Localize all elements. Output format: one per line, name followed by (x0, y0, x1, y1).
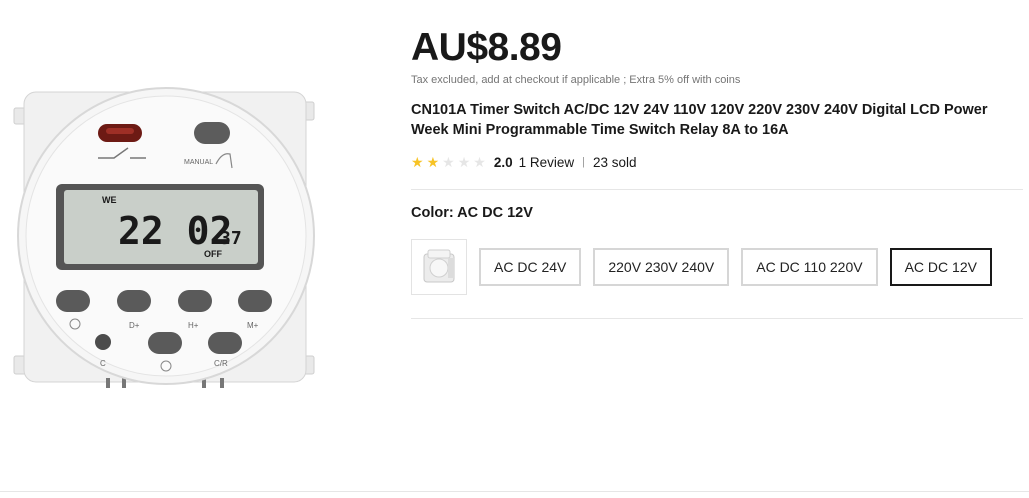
rating-row: ★ ★ ★ ★ ★ 2.0 1 Review | 23 sold (411, 152, 1023, 172)
lcd-day: WE (102, 195, 117, 205)
button-label-d: D+ (129, 321, 140, 330)
product-info: AU$8.89 Tax excluded, add at checkout if… (411, 26, 1023, 319)
button-label-c: C (100, 359, 106, 368)
lcd-time: 22 02 (118, 209, 232, 253)
price: AU$8.89 (411, 26, 562, 69)
color-option-button[interactable]: AC DC 12V (889, 248, 992, 286)
sold-count: 23 sold (592, 154, 637, 170)
color-label: Color: AC DC 12V (411, 205, 533, 221)
star-empty-icon: ★ (457, 154, 471, 170)
variant-thumbnail-image (423, 249, 455, 283)
manual-label: MANUAL (184, 159, 213, 166)
button-label-m: M+ (247, 321, 259, 330)
product-image: MANUAL WE 22 02 37 OFF D+ H+ M+ C C/R (13, 87, 315, 388)
color-options: AC DC 24V 220V 230V 240V AC DC 110 220V AC … (411, 237, 1023, 297)
star-empty-icon: ★ (442, 154, 455, 170)
product-title: CN101A Timer Switch AC/DC 12V 24V 110V 1… (411, 102, 988, 138)
color-option-button[interactable]: 220V 230V 240V (593, 248, 730, 286)
lcd-seconds: 37 (220, 228, 242, 249)
button-label-cr: C/R (214, 359, 228, 368)
rating-stars: ★ ★ ★ ★ ★ (411, 155, 486, 169)
variant-thumbnail[interactable] (411, 239, 467, 295)
rating-score: 2.0 (493, 154, 513, 170)
lcd-state: OFF (204, 249, 222, 259)
star-filled-icon: ★ (426, 154, 440, 170)
color-option-button[interactable]: AC DC 24V (479, 248, 582, 286)
divider (411, 318, 1023, 319)
button-label-h: H+ (188, 321, 199, 330)
tax-note: Tax excluded, add at checkout if applica… (411, 74, 741, 86)
divider (411, 189, 1023, 190)
rating-separator: | (582, 156, 585, 168)
bottom-divider (0, 491, 1029, 492)
star-empty-icon: ★ (473, 154, 486, 170)
reviews-link[interactable]: 1 Review (519, 155, 575, 170)
color-option-button[interactable]: AC DC 110 220V (741, 248, 878, 286)
star-filled-icon: ★ (411, 154, 424, 170)
